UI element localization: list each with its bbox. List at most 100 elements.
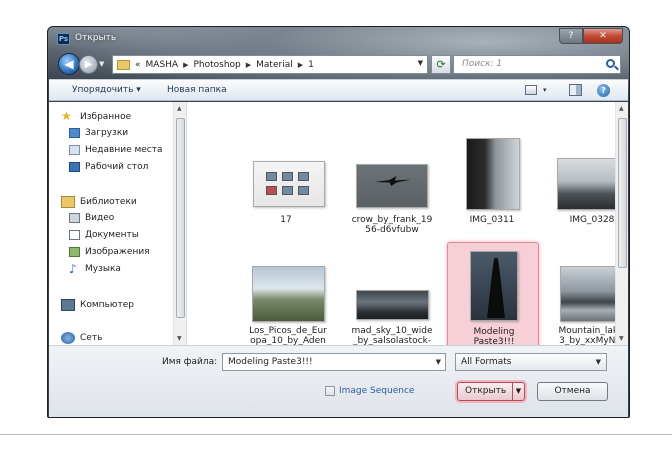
- file-item-selected[interactable]: Modeling Paste3!!!: [447, 242, 539, 345]
- filename-value: Modeling Paste3!!!: [228, 357, 313, 367]
- scrollbar-thumb[interactable]: [176, 118, 185, 318]
- navigation-scrollbar[interactable]: ▲ ▼: [173, 102, 186, 345]
- image-sequence-option[interactable]: Image Sequence: [325, 386, 414, 396]
- scroll-up-icon[interactable]: ▲: [177, 105, 182, 112]
- sidebar-item-pictures[interactable]: Изображения: [69, 247, 150, 257]
- breadcrumb-masha[interactable]: MASHA: [146, 60, 179, 70]
- computer-icon: [61, 299, 75, 311]
- file-item[interactable]: Mountain_lake_03_by_xxMyNightmarexx: [550, 242, 616, 345]
- file-item[interactable]: IMG_0311: [446, 138, 538, 225]
- new-folder-button[interactable]: Новая папка: [167, 85, 227, 95]
- breadcrumb-overflow[interactable]: «: [135, 60, 141, 70]
- file-name: IMG_0328: [569, 215, 615, 225]
- refresh-button[interactable]: ⟳: [431, 55, 451, 74]
- sidebar-label: Загрузки: [85, 128, 129, 138]
- open-button[interactable]: Открыть ▼: [457, 382, 525, 401]
- divider-line: [0, 434, 672, 435]
- scroll-down-icon[interactable]: ▼: [177, 335, 182, 342]
- filename-input[interactable]: Modeling Paste3!!! ▼: [222, 353, 446, 371]
- file-item[interactable]: Los_Picos_de_Europa_10_by_AdenarKaren: [242, 242, 334, 345]
- pictures-library-icon: [69, 247, 80, 257]
- sidebar-label: Документы: [85, 230, 139, 240]
- folder-icon: [117, 59, 130, 70]
- stormy-sky-photo-thumbnail: [356, 290, 429, 320]
- file-format-select[interactable]: All Formats ▼: [455, 353, 607, 371]
- file-item[interactable]: IMG_0328: [546, 138, 616, 225]
- file-list-scrollbar[interactable]: ▲ ▼: [615, 102, 628, 345]
- sidebar-label: Компьютер: [80, 300, 134, 310]
- image-sequence-checkbox[interactable]: [325, 386, 335, 396]
- breadcrumb-material[interactable]: Material: [256, 60, 293, 70]
- address-bar[interactable]: « MASHA ▶ Photoshop ▶ Material ▶ 1 ▼: [112, 55, 428, 74]
- cancel-button[interactable]: Отмена: [537, 382, 608, 401]
- crow-silhouette: [375, 176, 411, 186]
- file-name: crow_by_frank_19 56-d6vfubw: [351, 215, 433, 235]
- music-note-icon: ♪: [69, 262, 77, 276]
- sidebar-item-video[interactable]: Видео: [69, 213, 114, 223]
- sidebar-item-music[interactable]: ♪ Музыка: [69, 262, 121, 276]
- network-icon: [61, 332, 75, 344]
- sidebar-libraries[interactable]: Библиотеки: [61, 196, 137, 208]
- preview-pane-icon[interactable]: [569, 84, 582, 96]
- close-window-button[interactable]: ✕: [583, 28, 623, 44]
- mountain-photo-thumbnail: [557, 158, 616, 210]
- mountain-valley-photo-thumbnail: [252, 266, 325, 322]
- title-bar[interactable]: Ps Открыть ? ✕: [48, 27, 629, 51]
- back-button[interactable]: ◀: [58, 53, 80, 75]
- filename-dropdown-icon[interactable]: ▼: [436, 354, 441, 370]
- address-dropdown-icon[interactable]: ▼: [418, 59, 423, 67]
- forward-button[interactable]: ▶: [79, 55, 98, 74]
- change-view-icon[interactable]: [525, 85, 537, 95]
- organize-menu-button[interactable]: Упорядочить ▾: [72, 85, 141, 95]
- breadcrumb-separator-icon[interactable]: ▶: [246, 61, 251, 69]
- sidebar-label: Музыка: [85, 264, 121, 274]
- search-placeholder: Поиск: 1: [462, 59, 503, 69]
- sidebar-computer[interactable]: Компьютер: [61, 299, 134, 311]
- window-title: Открыть: [75, 33, 117, 43]
- documents-library-icon: [69, 230, 80, 240]
- downloads-folder-icon: [69, 128, 80, 138]
- screenshot-thumbnail: [253, 161, 325, 207]
- sidebar-favorites[interactable]: ★ Избранное: [61, 110, 132, 123]
- scrollbar-thumb[interactable]: [618, 118, 627, 268]
- mountain-lake-photo-thumbnail: [560, 266, 616, 322]
- view-options-dropdown-icon[interactable]: ▾: [543, 86, 547, 94]
- file-item[interactable]: mad_sky_10_wide_by_salsolastock-d5bbsqu: [346, 242, 438, 345]
- file-item[interactable]: crow_by_frank_19 56-d6vfubw: [346, 138, 438, 235]
- video-library-icon: [69, 213, 80, 223]
- breadcrumb-photoshop[interactable]: Photoshop: [193, 60, 240, 70]
- open-button-label: Открыть: [465, 386, 507, 396]
- figure-silhouette: [487, 258, 505, 318]
- format-dropdown-icon[interactable]: ▼: [596, 354, 601, 370]
- file-format-value: All Formats: [461, 357, 512, 367]
- sidebar-item-documents[interactable]: Документы: [69, 230, 139, 240]
- photoshop-app-icon: Ps: [57, 33, 70, 45]
- rock-photo-thumbnail: [466, 138, 520, 210]
- breadcrumb-separator-icon[interactable]: ▶: [298, 61, 303, 69]
- search-input[interactable]: Поиск: 1: [453, 55, 621, 74]
- help-window-button[interactable]: ?: [559, 28, 583, 44]
- sidebar-label: Рабочий стол: [85, 162, 149, 172]
- sidebar-item-downloads[interactable]: Загрузки: [69, 128, 128, 138]
- breadcrumb-separator-icon[interactable]: ▶: [183, 61, 188, 69]
- scroll-down-icon[interactable]: ▼: [619, 335, 624, 342]
- file-name: 17: [280, 215, 292, 225]
- sidebar-label: Видео: [85, 213, 115, 223]
- sidebar-item-recent-places[interactable]: Недавние места: [69, 145, 163, 155]
- help-icon[interactable]: ?: [597, 84, 610, 97]
- file-name: Los_Picos_de_Europa_10_by_AdenarKaren: [249, 326, 327, 345]
- file-item[interactable]: 17: [240, 138, 332, 225]
- open-options-dropdown-icon[interactable]: ▼: [512, 383, 524, 400]
- history-dropdown-icon[interactable]: ▼: [99, 60, 104, 68]
- breadcrumb-1[interactable]: 1: [308, 60, 314, 70]
- sidebar-network[interactable]: Сеть: [61, 332, 102, 344]
- navigation-pane: ★ Избранное Загрузки Недавние места Рабо…: [49, 102, 187, 345]
- open-file-dialog: Ps Открыть ? ✕ ◀ ▶ ▼ « MASHA ▶ Photoshop…: [47, 26, 630, 418]
- scroll-up-icon[interactable]: ▲: [619, 105, 624, 112]
- search-icon[interactable]: [606, 59, 615, 68]
- content-area: ★ Избранное Загрузки Недавние места Рабо…: [49, 102, 628, 345]
- sidebar-item-desktop[interactable]: Рабочий стол: [69, 162, 148, 172]
- sidebar-label: Библиотеки: [80, 197, 137, 207]
- page-background: Ps Открыть ? ✕ ◀ ▶ ▼ « MASHA ▶ Photoshop…: [0, 0, 672, 449]
- sidebar-label: Избранное: [80, 112, 132, 122]
